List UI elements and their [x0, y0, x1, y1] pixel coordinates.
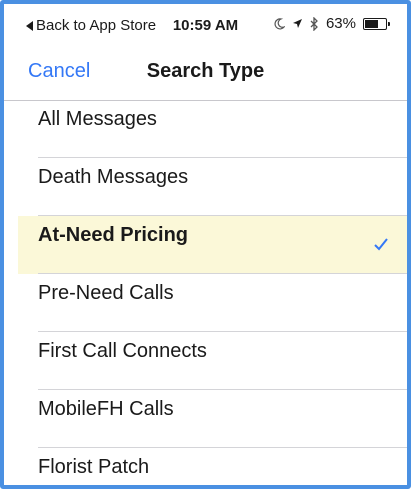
- list-item[interactable]: Death Messages: [4, 158, 407, 216]
- bluetooth-icon: [310, 16, 318, 31]
- moon-icon: [274, 17, 285, 29]
- checkmark-icon: [374, 238, 388, 251]
- list-item-label: All Messages: [38, 108, 157, 130]
- status-indicators: 63%: [273, 15, 390, 32]
- navigation-bar: Cancel Search Type: [4, 44, 407, 101]
- list-item[interactable]: At-Need Pricing: [18, 216, 407, 274]
- search-type-list: All Messages Death Messages At-Need Pricin…: [4, 100, 407, 485]
- page-title: Search Type: [146, 60, 265, 82]
- battery-icon: [363, 17, 390, 30]
- app-frame: Back to App Store 10:59 AM 63% Cancel Se…: [0, 0, 411, 489]
- list-item-label: MobileFH Calls: [38, 398, 174, 420]
- list-item[interactable]: First Call Connects: [4, 332, 407, 390]
- status-bar: Back to App Store 10:59 AM 63%: [4, 4, 407, 44]
- list-item[interactable]: Florist Patch: [4, 448, 407, 485]
- location-arrow-icon: [292, 19, 302, 28]
- battery-level-fill: [365, 19, 378, 28]
- list-item[interactable]: Pre-Need Calls: [4, 274, 407, 332]
- list-item-label: At-Need Pricing: [38, 224, 189, 246]
- list-item-label: Death Messages: [38, 166, 189, 188]
- list-item[interactable]: All Messages: [4, 100, 407, 158]
- list-item-label: First Call Connects: [38, 340, 207, 362]
- list-item-label: Florist Patch: [38, 456, 150, 478]
- list-item[interactable]: MobileFH Calls: [4, 390, 407, 448]
- battery-percent: 63%: [325, 15, 356, 32]
- list-item-label: Pre-Need Calls: [38, 282, 174, 304]
